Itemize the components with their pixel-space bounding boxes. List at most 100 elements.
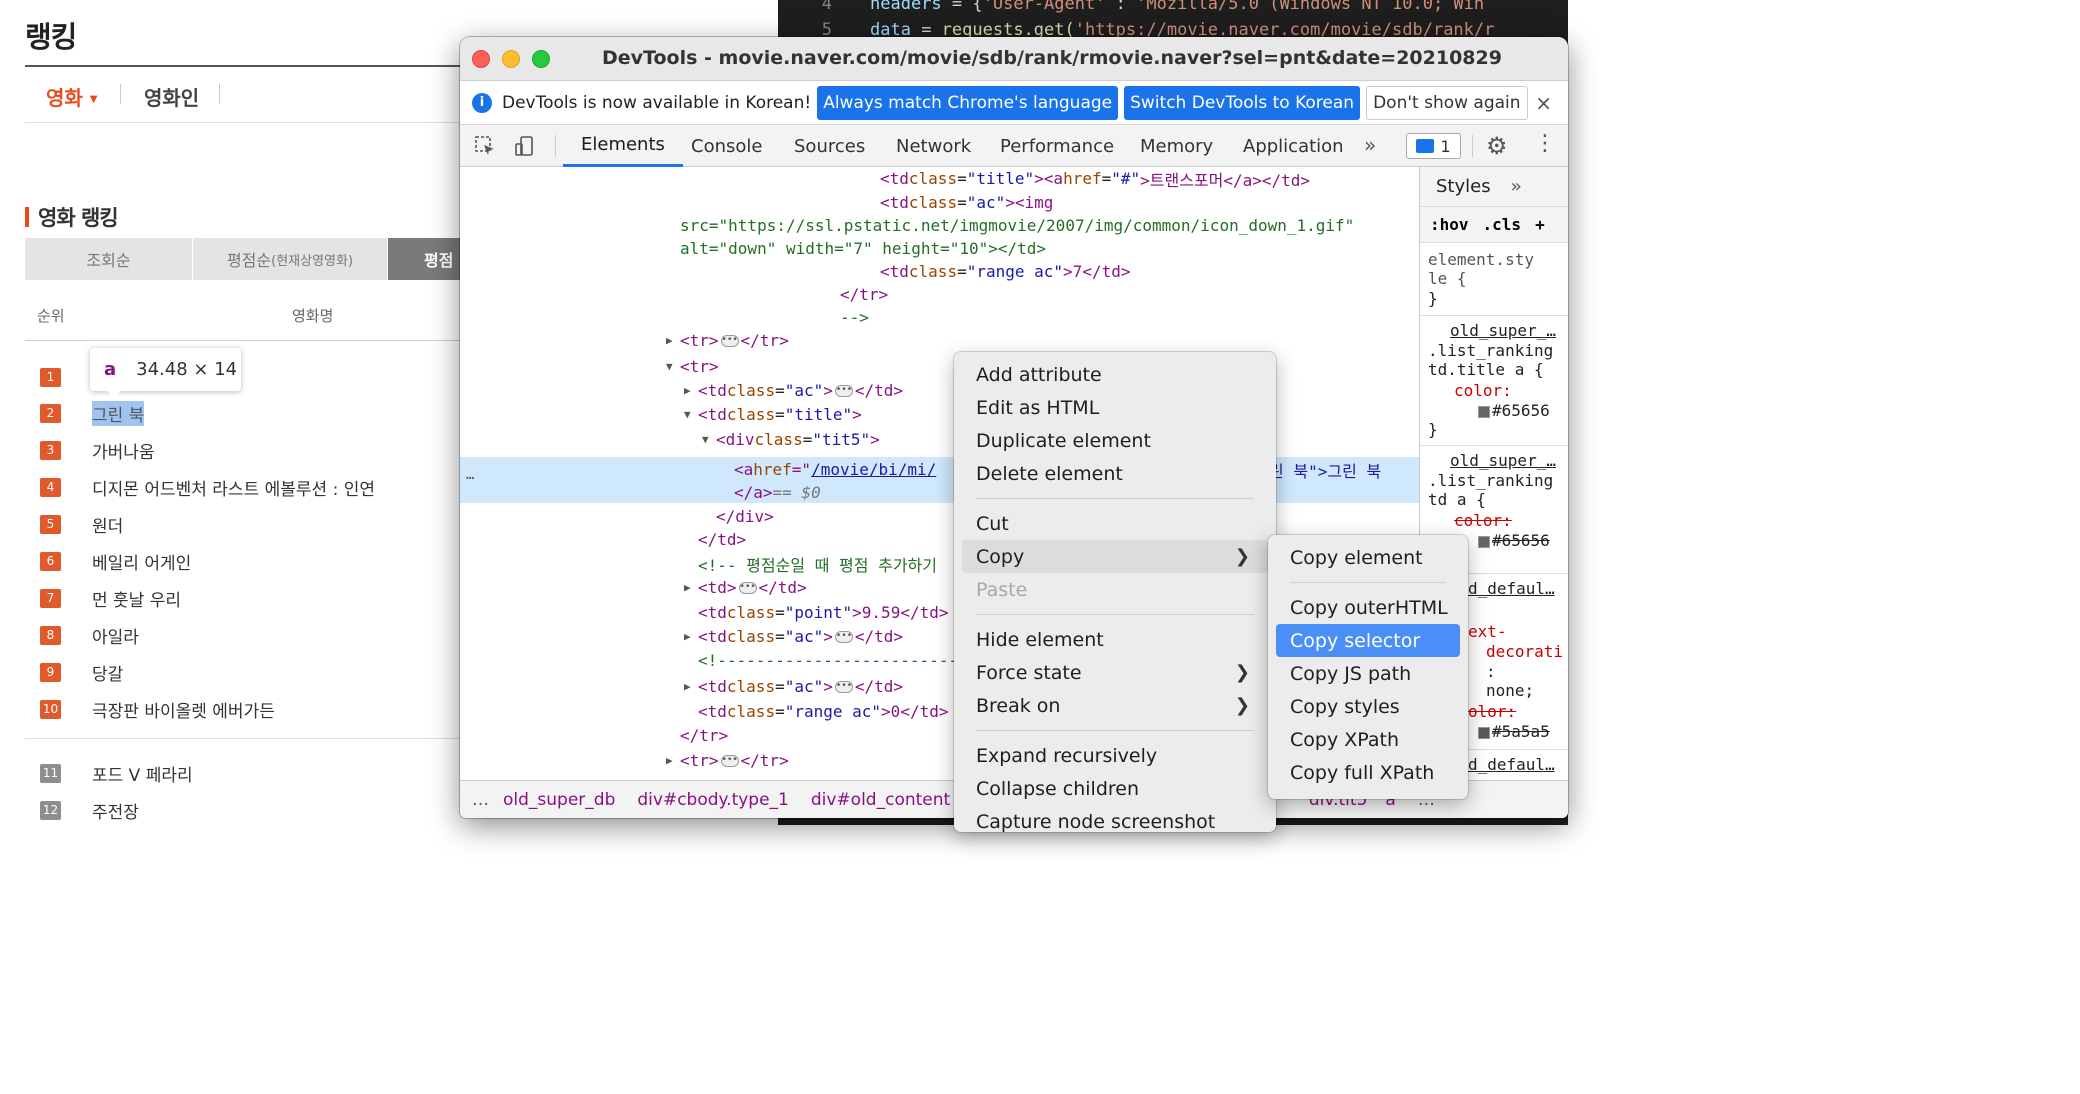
breadcrumb-item[interactable]: old_super_db	[503, 790, 615, 810]
dom-node[interactable]: </tr>	[680, 724, 728, 747]
collapsed-children-icon[interactable]: •••	[720, 754, 739, 767]
style-value[interactable]: #5a5a5	[1478, 722, 1550, 741]
expand-triangle-icon[interactable]: ▶	[666, 334, 680, 347]
collapse-triangle-icon[interactable]: ▼	[684, 408, 698, 421]
dont-show-again-button[interactable]: Don't show again	[1366, 85, 1528, 120]
dom-node[interactable]: ▶ <tr> ••• </tr>	[666, 749, 789, 772]
expand-triangle-icon[interactable]: ▶	[684, 680, 698, 693]
device-toolbar-icon[interactable]	[512, 134, 536, 158]
expand-triangle-icon[interactable]: ▶	[666, 754, 680, 767]
tab-performance[interactable]: Performance	[1000, 125, 1114, 167]
movie-title-link[interactable]: 베일리 어게인	[92, 549, 191, 574]
collapsed-children-icon[interactable]: •••	[738, 581, 757, 594]
tab-memory[interactable]: Memory	[1140, 125, 1213, 167]
dom-node[interactable]: </div>	[716, 505, 774, 528]
dom-node[interactable]: ▼ <tr>	[666, 355, 719, 378]
menu-item-copy-xpath[interactable]: Copy XPath	[1276, 723, 1460, 756]
menu-item-break-on[interactable]: Break on ❯	[962, 689, 1268, 722]
dom-node[interactable]: </tr>	[840, 283, 888, 306]
menu-item-copy-js-path[interactable]: Copy JS path	[1276, 657, 1460, 690]
dom-node[interactable]: ▶ <td class = "ac" > ••• </td>	[684, 379, 903, 402]
subtab-movie[interactable]: 영화 ▼	[46, 82, 97, 111]
tab-sources[interactable]: Sources	[794, 125, 865, 167]
dom-node[interactable]: <td class = "ac" ><img	[880, 191, 1053, 214]
tab-network[interactable]: Network	[896, 125, 971, 167]
menu-item-force-state[interactable]: Force state ❯	[962, 656, 1268, 689]
collapse-triangle-icon[interactable]: ▼	[702, 433, 716, 446]
dom-node[interactable]: <!-- 평점순일 때 평점 추가하기	[698, 552, 937, 575]
switch-korean-button[interactable]: Switch DevTools to Korean	[1124, 85, 1361, 120]
more-panes-icon[interactable]: »	[1511, 176, 1522, 197]
breadcrumb-item[interactable]: div#old_content	[811, 790, 950, 810]
style-value[interactable]: none;	[1486, 681, 1534, 700]
movie-title-link[interactable]: 디지몬 어드벤처 라스트 에볼루션 : 인연	[92, 475, 375, 500]
movie-title-link[interactable]: 그린 북	[92, 400, 145, 426]
tab-styles[interactable]: Styles	[1420, 176, 1491, 197]
menu-item-copy-selector[interactable]: Copy selector	[1276, 624, 1460, 657]
dom-node[interactable]: <td class = "range ac" >0</td>	[698, 700, 948, 723]
dom-link[interactable]: /movie/bi/mi/	[811, 460, 936, 479]
match-language-button[interactable]: Always match Chrome's language	[817, 85, 1119, 120]
movie-title-link[interactable]: 포드 V 페라리	[92, 761, 193, 786]
color-swatch[interactable]	[1478, 405, 1490, 418]
kebab-menu-icon[interactable]: ⋮	[1534, 131, 1556, 156]
menu-item-hide[interactable]: Hide element	[962, 623, 1268, 656]
expand-triangle-icon[interactable]: ▶	[684, 384, 698, 397]
style-value[interactable]: #65656	[1478, 531, 1550, 550]
menu-item-expand-recursively[interactable]: Expand recursively	[962, 739, 1268, 772]
tab-rating-current[interactable]: 평점순 (현재상영영화)	[193, 238, 388, 280]
tab-rating-all[interactable]: 평점	[388, 238, 465, 280]
tab-application[interactable]: Application	[1243, 125, 1344, 167]
style-property[interactable]: color:	[1454, 381, 1512, 400]
menu-item-copy-full-xpath[interactable]: Copy full XPath	[1276, 756, 1460, 789]
more-tabs-icon[interactable]: »	[1364, 133, 1376, 157]
style-value[interactable]: #65656	[1478, 401, 1550, 420]
dom-node[interactable]: -->	[840, 306, 869, 329]
menu-item-add-attribute[interactable]: Add attribute	[962, 358, 1268, 391]
collapsed-children-icon[interactable]: •••	[834, 384, 853, 397]
color-swatch[interactable]	[1478, 726, 1490, 739]
style-source-link[interactable]: d_defaul…	[1468, 579, 1555, 598]
collapsed-children-icon[interactable]: •••	[834, 680, 853, 693]
style-source-link[interactable]: d_defaul…	[1468, 755, 1555, 774]
dom-node[interactable]: <td class = "range ac" >7</td>	[880, 260, 1130, 283]
dom-node[interactable]: src="https://ssl.pstatic.net/imgmovie/20…	[680, 214, 1354, 237]
menu-item-collapse-children[interactable]: Collapse children	[962, 772, 1268, 805]
dom-node[interactable]: ▼ <td class = "title" >	[684, 403, 862, 426]
add-rule-icon[interactable]: +	[1535, 215, 1545, 234]
style-source-link[interactable]: old_super_…	[1450, 451, 1556, 470]
color-swatch[interactable]	[1478, 535, 1490, 548]
movie-title-link[interactable]: 주전장	[92, 798, 139, 823]
dom-node[interactable]: ▼ <div class = "tit5" >	[702, 428, 880, 451]
movie-title-link[interactable]: 가버나움	[92, 438, 155, 463]
close-icon[interactable]: ×	[1535, 91, 1552, 115]
expand-triangle-icon[interactable]: ▶	[684, 630, 698, 643]
selected-dom-node-close[interactable]: </a> == $0	[734, 481, 821, 504]
menu-item-copy-styles[interactable]: Copy styles	[1276, 690, 1460, 723]
style-property-overridden[interactable]: color:	[1454, 511, 1512, 530]
movie-title-link[interactable]: 원더	[92, 512, 123, 537]
node-menu-icon[interactable]: …	[466, 467, 474, 483]
gear-icon[interactable]: ⚙	[1486, 132, 1508, 160]
tab-views[interactable]: 조회순	[25, 238, 193, 280]
movie-title-link[interactable]: 아일라	[92, 623, 139, 648]
issues-button[interactable]: 1	[1406, 133, 1461, 159]
collapsed-children-icon[interactable]: •••	[834, 630, 853, 643]
movie-title-link[interactable]: 먼 훗날 우리	[92, 586, 181, 611]
breadcrumb-item[interactable]: div#cbody.type_1	[637, 790, 788, 810]
movie-title-link[interactable]: 당갈	[92, 660, 123, 685]
menu-item-delete[interactable]: Delete element	[962, 457, 1268, 490]
style-source-link[interactable]: old_super_…	[1450, 321, 1556, 340]
dom-node[interactable]: <td class = "title" ><a href = "#" >트랜스포머</a><…	[880, 167, 1310, 190]
style-property[interactable]: ext-	[1468, 622, 1507, 641]
collapsed-children-icon[interactable]: •••	[720, 334, 739, 347]
expand-triangle-icon[interactable]: ▶	[684, 581, 698, 594]
menu-item-copy-outerhtml[interactable]: Copy outerHTML	[1276, 591, 1460, 624]
inspect-element-icon[interactable]	[473, 134, 497, 158]
style-property[interactable]: decorati	[1486, 642, 1563, 661]
dom-node[interactable]: ▶ <td> ••• </td>	[684, 576, 807, 599]
menu-item-copy-element[interactable]: Copy element	[1276, 541, 1460, 574]
window-maximize-button[interactable]	[532, 50, 550, 68]
dom-node[interactable]: </td>	[698, 528, 746, 551]
dom-node[interactable]: <td class = "point" >9.59</td>	[698, 601, 948, 624]
